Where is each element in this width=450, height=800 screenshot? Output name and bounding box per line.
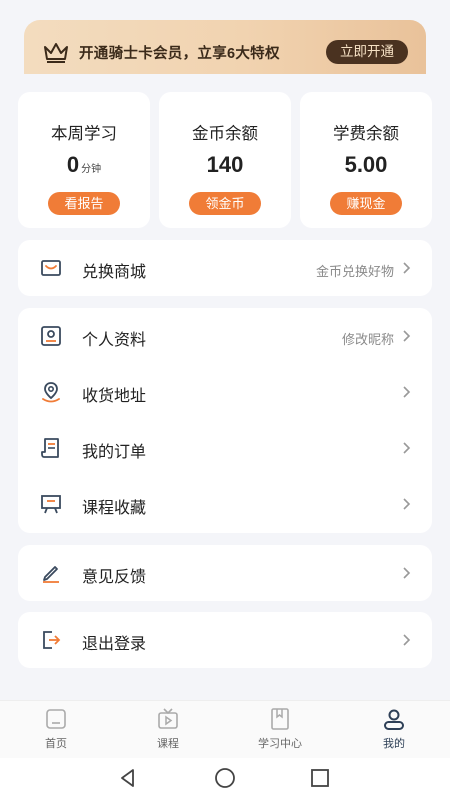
stat-card-coins: 金币余额 140 领金币	[159, 92, 291, 228]
chevron-right-icon	[403, 442, 411, 454]
shop-card: 兑换商城 金币兑换好物	[18, 240, 432, 296]
menu-item-label: 收货地址	[82, 388, 147, 405]
chevron-right-icon	[403, 498, 411, 510]
vip-text: 开通骑士卡会员，立享6大特权	[79, 46, 280, 62]
order-icon	[41, 438, 59, 458]
view-report-button[interactable]: 看报告	[48, 192, 120, 215]
tab-label: 首页	[45, 738, 67, 750]
menu-item-favorites[interactable]: 课程收藏	[18, 476, 432, 532]
mailbox-icon	[41, 260, 61, 276]
location-icon	[42, 382, 60, 403]
tv-icon	[158, 708, 178, 729]
stat-value: 140	[206, 152, 244, 177]
tab-label: 课程	[157, 738, 179, 750]
menu-item-label: 我的订单	[82, 444, 147, 461]
chevron-right-icon	[403, 567, 411, 579]
bookmark-icon	[41, 495, 61, 514]
stat-value: 5.00	[344, 152, 388, 177]
menu-item-logout[interactable]: 退出登录	[18, 612, 432, 668]
menu-item-profile[interactable]: 个人资料 修改昵称	[18, 308, 432, 364]
tab-label: 学习中心	[258, 738, 302, 750]
logout-card: 退出登录	[18, 612, 432, 668]
user-icon	[384, 709, 404, 730]
chevron-right-icon	[403, 386, 411, 398]
menu-item-shop[interactable]: 兑换商城 金币兑换好物	[18, 240, 432, 296]
menu-item-hint: 修改昵称	[341, 332, 394, 347]
profile-icon	[41, 326, 61, 346]
stat-title: 学费余额	[333, 125, 399, 143]
crown-icon	[44, 43, 68, 63]
menu-item-feedback[interactable]: 意见反馈	[18, 545, 432, 601]
stat-card-study: 本周学习 0 分钟 看报告	[18, 92, 150, 228]
menu-item-address[interactable]: 收货地址	[18, 364, 432, 420]
menu-item-hint: 金币兑换好物	[315, 264, 394, 279]
stat-title: 本周学习	[51, 125, 117, 143]
tab-study-center[interactable]: 学习中心	[224, 707, 336, 751]
home-icon	[46, 709, 66, 729]
tab-home[interactable]: 首页	[0, 707, 112, 751]
tab-label: 我的	[383, 738, 405, 750]
vip-open-button[interactable]: 立即开通	[326, 40, 408, 64]
menu-item-orders[interactable]: 我的订单	[18, 420, 432, 476]
menu-item-label: 个人资料	[82, 332, 147, 349]
edit-icon	[43, 566, 59, 583]
chevron-right-icon	[403, 262, 411, 274]
stat-unit: 分钟	[81, 164, 102, 175]
menu-item-label: 退出登录	[82, 636, 147, 653]
stat-title: 金币余额	[192, 125, 258, 143]
stat-card-tuition: 学费余额 5.00 赚现金	[300, 92, 432, 228]
menu-card: 个人资料 修改昵称 收货地址 我的订单 课程收藏	[18, 308, 432, 533]
feedback-card: 意见反馈	[18, 545, 432, 601]
earn-cash-button[interactable]: 赚现金	[330, 192, 402, 215]
stat-value: 0 分钟	[66, 152, 102, 177]
book-icon	[271, 708, 289, 730]
get-coins-button[interactable]: 领金币	[189, 192, 261, 215]
menu-item-label: 意见反馈	[82, 569, 147, 586]
menu-item-label: 课程收藏	[82, 500, 147, 517]
tab-courses[interactable]: 课程	[112, 707, 224, 751]
tab-mine[interactable]: 我的	[338, 707, 450, 751]
back-icon[interactable]	[116, 766, 140, 790]
system-nav-bar	[0, 758, 450, 800]
bottom-tab-bar: 首页 课程 学习中心 我的	[0, 700, 450, 758]
menu-item-label: 兑换商城	[82, 264, 147, 281]
recents-icon[interactable]	[308, 766, 332, 790]
chevron-right-icon	[403, 330, 411, 342]
logout-icon	[43, 631, 61, 649]
home-circle-icon[interactable]	[213, 766, 237, 790]
chevron-right-icon	[403, 634, 411, 646]
